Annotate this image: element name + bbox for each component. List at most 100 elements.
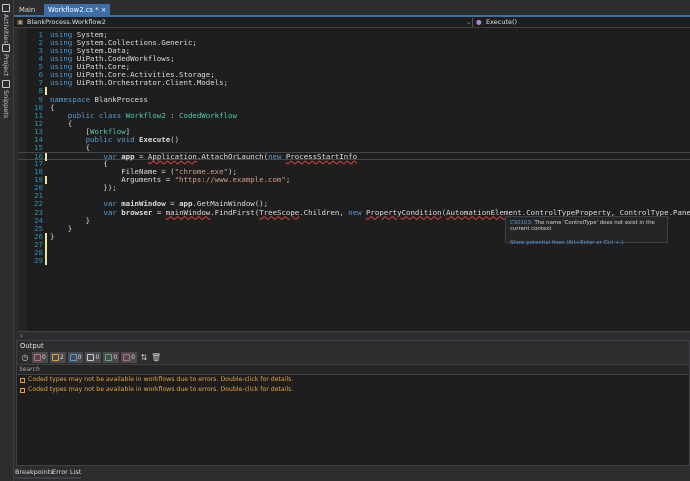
change-marker: [45, 240, 47, 249]
filter-count: 0: [113, 354, 118, 361]
close-icon[interactable]: ×: [101, 6, 107, 14]
code-line[interactable]: 7 using UiPath.Orchestrator.Client.Models…: [18, 79, 690, 87]
scroll-left-icon[interactable]: ‹: [20, 332, 23, 340]
code-text: {: [50, 142, 91, 152]
code-token: UiPath.Orchestrator.Client.Models;: [76, 78, 228, 88]
code-token: .Children,: [299, 207, 349, 217]
code-line[interactable]: 11 public class Workflow2 : CodedWorkflo…: [18, 110, 690, 120]
code-line[interactable]: 29: [18, 255, 690, 265]
message-text: Coded types may not be available in work…: [28, 376, 294, 383]
code-line[interactable]: 20 });: [18, 184, 690, 192]
info-icon: [69, 354, 77, 361]
filter-button-error[interactable]: 0: [121, 352, 137, 363]
warning-icon: [51, 354, 59, 361]
message-text: Coded types may not be available in work…: [28, 386, 294, 393]
code-token: {: [50, 142, 91, 152]
sidebar-item-label: Snippets: [2, 90, 10, 119]
code-token: TreeScope: [259, 207, 300, 217]
code-line[interactable]: 9 namespace BlankProcess: [18, 94, 690, 104]
output-message[interactable]: Coded types may not be available in work…: [17, 385, 689, 395]
code-token: });: [50, 183, 117, 193]
sidebar-item-label: Project: [2, 54, 10, 77]
code-token: BlankProcess: [94, 94, 148, 104]
code-line[interactable]: 19 Arguments = "https://www.example.com"…: [18, 175, 690, 185]
bottom-tabs: Breakpoints Error List: [14, 466, 690, 481]
change-marker: [45, 87, 47, 96]
output-title: Output: [17, 341, 689, 351]
navigation-bar: ▣ BlankProcess.Workflow2 ⌄ ● Execute(): [14, 17, 690, 28]
code-text: public class Workflow2 : CodedWorkflow: [50, 110, 237, 120]
left-sidebar: Activities Project Snippets: [0, 0, 14, 481]
snippets-icon: [2, 80, 10, 88]
filter-count: 0: [131, 354, 135, 361]
sidebar-item-activities[interactable]: Activities: [2, 4, 10, 44]
code-line[interactable]: 28: [18, 248, 690, 257]
filter-button-info[interactable]: 0: [67, 352, 84, 363]
tab-label: Workflow2.cs *: [48, 6, 99, 14]
line-number: 29: [34, 255, 43, 265]
sidebar-item-label: Activities: [2, 14, 10, 44]
code-editor[interactable]: 1 using System; 2 using System.Collections.…: [18, 28, 690, 331]
warning-icon: [20, 377, 25, 383]
code-token: mainWindow: [165, 207, 211, 217]
activities-icon: [2, 4, 10, 12]
filter-button-success[interactable]: 0: [103, 352, 120, 363]
code-token: :: [165, 110, 180, 120]
filter-button-trace[interactable]: 0: [85, 352, 102, 363]
code-token: CodedWorkflow: [179, 110, 237, 120]
sidebar-item-snippets[interactable]: Snippets: [2, 80, 10, 118]
code-token: ;: [285, 175, 291, 185]
horizontal-scrollbar[interactable]: ‹: [18, 331, 690, 340]
code-text: }: [50, 231, 55, 241]
code-token: PropertyCondition: [365, 207, 442, 217]
filter-count: 0: [42, 354, 46, 361]
success-icon: [105, 354, 113, 361]
tab-breakpoints[interactable]: Breakpoints: [15, 468, 54, 479]
class-dropdown[interactable]: BlankProcess.Workflow2: [27, 17, 106, 28]
document-tabs: Main Workflow2.cs * ×: [14, 4, 690, 17]
change-marker: [45, 256, 47, 265]
clock-icon[interactable]: ◷: [20, 353, 30, 363]
trash-icon[interactable]: 🗑: [151, 353, 161, 363]
filter-button-warning-triangle[interactable]: 0: [32, 352, 48, 363]
error-icon: [123, 354, 131, 361]
filter-count: 2: [59, 354, 64, 361]
code-line[interactable]: 16 var app = Application.AttachOrLaunch(…: [18, 152, 690, 162]
code-token: Execute: [139, 134, 171, 144]
output-search-input[interactable]: Search: [17, 365, 689, 375]
warning-icon: [20, 387, 25, 393]
code-token: namespace: [50, 94, 95, 104]
chevron-down-icon[interactable]: ⌄: [466, 17, 471, 28]
tab-error-list[interactable]: Error List: [52, 468, 82, 479]
code-token: browser: [121, 207, 153, 217]
filter-button-warning[interactable]: 2: [49, 352, 66, 363]
code-text: });: [50, 183, 117, 193]
code-token: .FindFirst(: [210, 207, 260, 217]
code-text: namespace BlankProcess: [50, 94, 148, 104]
output-toolbar: ◷ 0 2 0 0 0 0 ⇅ 🗑: [17, 351, 689, 365]
code-token: new: [348, 207, 366, 217]
code-line[interactable]: 14 public void Execute(): [18, 134, 690, 144]
project-icon: [2, 44, 10, 52]
member-dropdown[interactable]: Execute(): [486, 17, 517, 28]
trace-icon: [87, 354, 95, 361]
divider: [472, 18, 473, 27]
tab-main[interactable]: Main: [15, 4, 39, 16]
tab-workflow2[interactable]: Workflow2.cs * ×: [44, 4, 111, 16]
line-number: 15: [34, 142, 43, 152]
change-marker: [45, 176, 47, 185]
output-panel: Output ◷ 0 2 0 0 0 0 ⇅ 🗑 Search Coded types m…: [16, 340, 690, 466]
sidebar-item-project[interactable]: Project: [2, 44, 10, 76]
error-tooltip: CS0103: The name 'ControlType' does not …: [505, 216, 668, 246]
filter-count: 0: [77, 354, 82, 361]
code-text: using UiPath.Orchestrator.Client.Models;: [50, 79, 228, 87]
show-fixes-link[interactable]: Show potential fixes (Alt+Enter or Ctrl …: [510, 240, 663, 246]
code-token: (): [170, 134, 180, 144]
code-token: =: [152, 207, 166, 217]
code-line[interactable]: 15 {: [18, 142, 690, 152]
code-token: }: [50, 231, 55, 241]
change-marker: [45, 248, 47, 257]
class-icon: ▣: [17, 18, 24, 26]
output-message[interactable]: Coded types may not be available in work…: [17, 375, 689, 385]
sort-icon[interactable]: ⇅: [139, 353, 149, 363]
